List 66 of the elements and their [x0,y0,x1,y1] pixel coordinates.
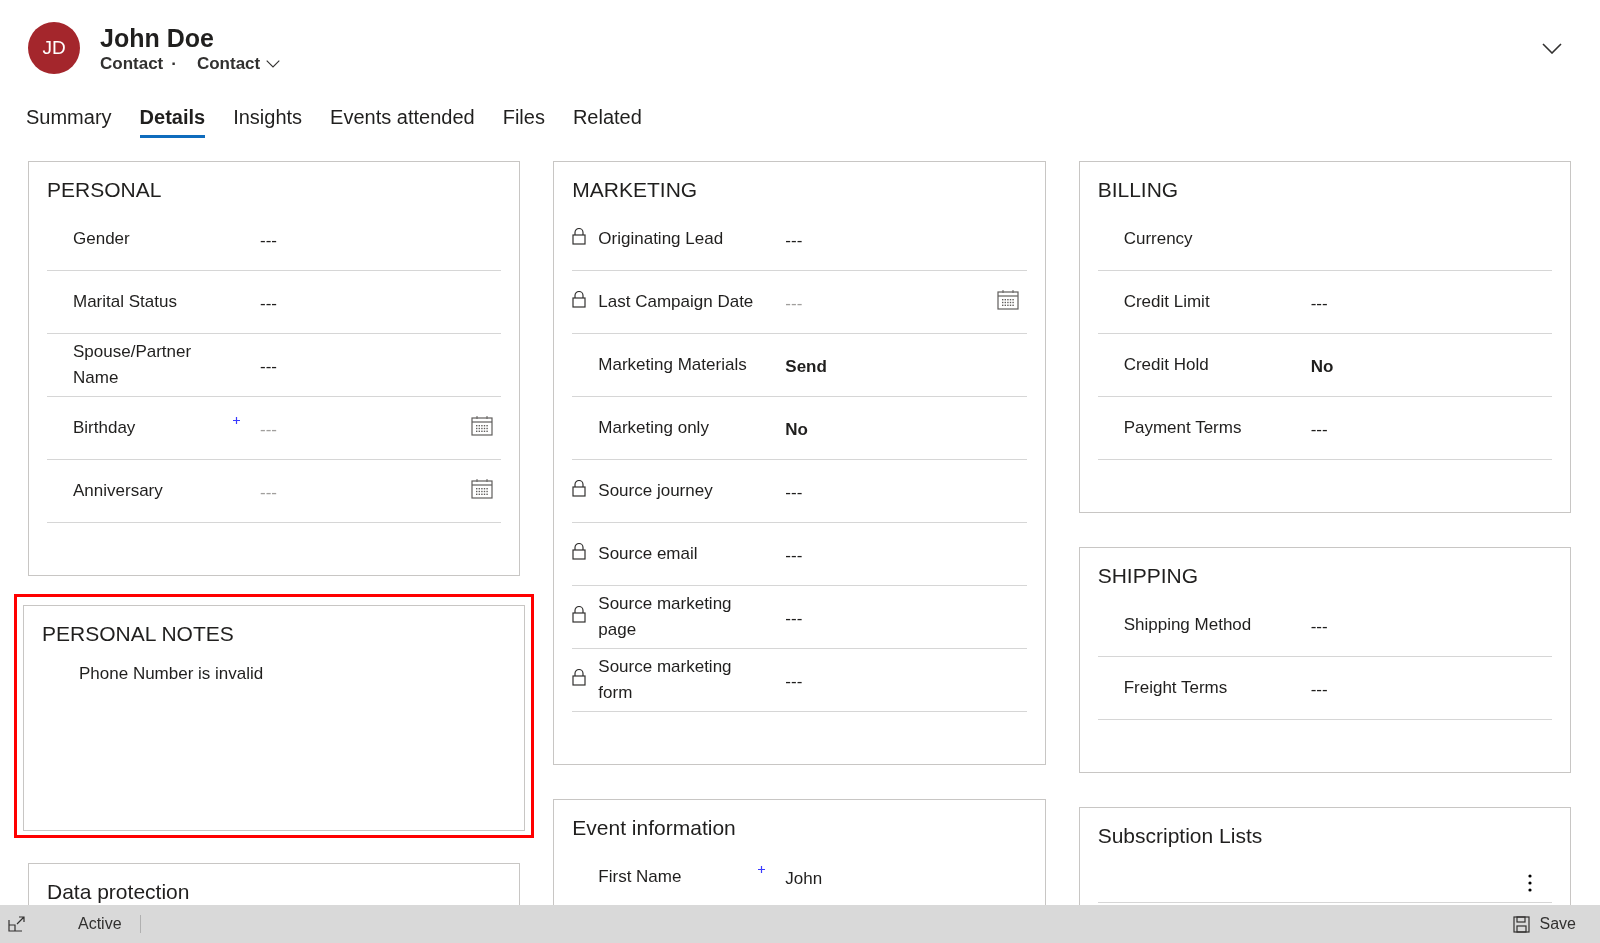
field-label: Marketing only [598,417,710,439]
field-value[interactable]: No [785,416,997,440]
save-button[interactable]: Save [1506,914,1582,934]
field-label: Marital Status [73,291,178,313]
field-value[interactable]: John [785,865,997,889]
field-value[interactable]: --- [785,227,997,251]
field-label: Marketing Materials [598,354,748,376]
field-value[interactable]: Send [785,353,997,377]
field-label: Credit Limit [1123,291,1211,313]
field-label: Spouse/Partner Name [73,341,193,389]
tab[interactable]: Insights [233,100,303,138]
entity-label: Contact [100,54,164,74]
field-label: Birthday [73,417,137,439]
form-selector[interactable]: Contact [184,54,281,74]
tab[interactable]: Details [139,100,206,138]
field-label: Anniversary [73,480,164,502]
field-value[interactable]: --- [785,668,997,692]
tab[interactable]: Events attended [330,100,475,138]
field-label: First Name [598,866,683,888]
field-label: Source journey [598,480,714,502]
field-value[interactable]: --- [1310,676,1522,700]
calendar-icon[interactable] [996,289,1019,310]
note-text: Phone Number is invalid [78,663,265,684]
field-value[interactable]: --- [785,479,997,503]
record-status: Active [26,915,141,933]
field-label: Freight Terms [1123,677,1229,699]
field-label: Gender [73,228,131,250]
field-value[interactable]: --- [260,353,472,377]
open-window-icon[interactable] [8,916,26,932]
calendar-icon[interactable] [471,478,494,499]
field-value[interactable]: --- [1310,613,1522,637]
section-title: BILLING [1097,177,1180,203]
field-label: Shipping Method [1123,614,1253,636]
field-value[interactable]: --- [1310,290,1522,314]
more-icon[interactable] [1528,874,1532,892]
avatar: JD [28,22,80,74]
field-label: Source email [598,543,699,565]
section-title: MARKETING [572,177,699,203]
field-value[interactable]: --- [785,542,997,566]
field-label: Last Campaign Date [598,291,755,313]
section-title: PERSONAL [47,177,163,203]
field-label: Credit Hold [1123,354,1210,376]
field-value[interactable]: --- [1310,416,1522,440]
tab[interactable]: Summary [26,100,112,138]
section-title: Subscription Lists [1097,823,1264,849]
record-name: John Doe [100,23,215,54]
field-value[interactable]: --- [785,605,997,629]
save-icon [1512,915,1530,933]
field-label: Payment Terms [1123,417,1243,439]
field-value[interactable]: No [1310,353,1522,377]
tab[interactable]: Related [572,100,642,138]
calendar-icon[interactable] [471,415,494,436]
section-title: Data protection [47,879,191,905]
field-label: Originating Lead [598,228,725,250]
field-label: Currency [1123,228,1194,250]
field-label: Source marketing page [598,593,733,641]
tab[interactable]: Files [502,100,545,138]
section-title: SHIPPING [1097,563,1199,589]
field-label: Source marketing form [598,656,733,704]
separator-dot: · [171,54,177,74]
field-value[interactable]: --- [260,227,472,251]
field-value[interactable]: --- [260,290,472,314]
chevron-down-icon[interactable] [1542,42,1562,54]
section-title: Event information [572,815,737,841]
chevron-down-icon[interactable] [266,60,281,68]
section-title: PERSONAL NOTES [42,621,235,647]
